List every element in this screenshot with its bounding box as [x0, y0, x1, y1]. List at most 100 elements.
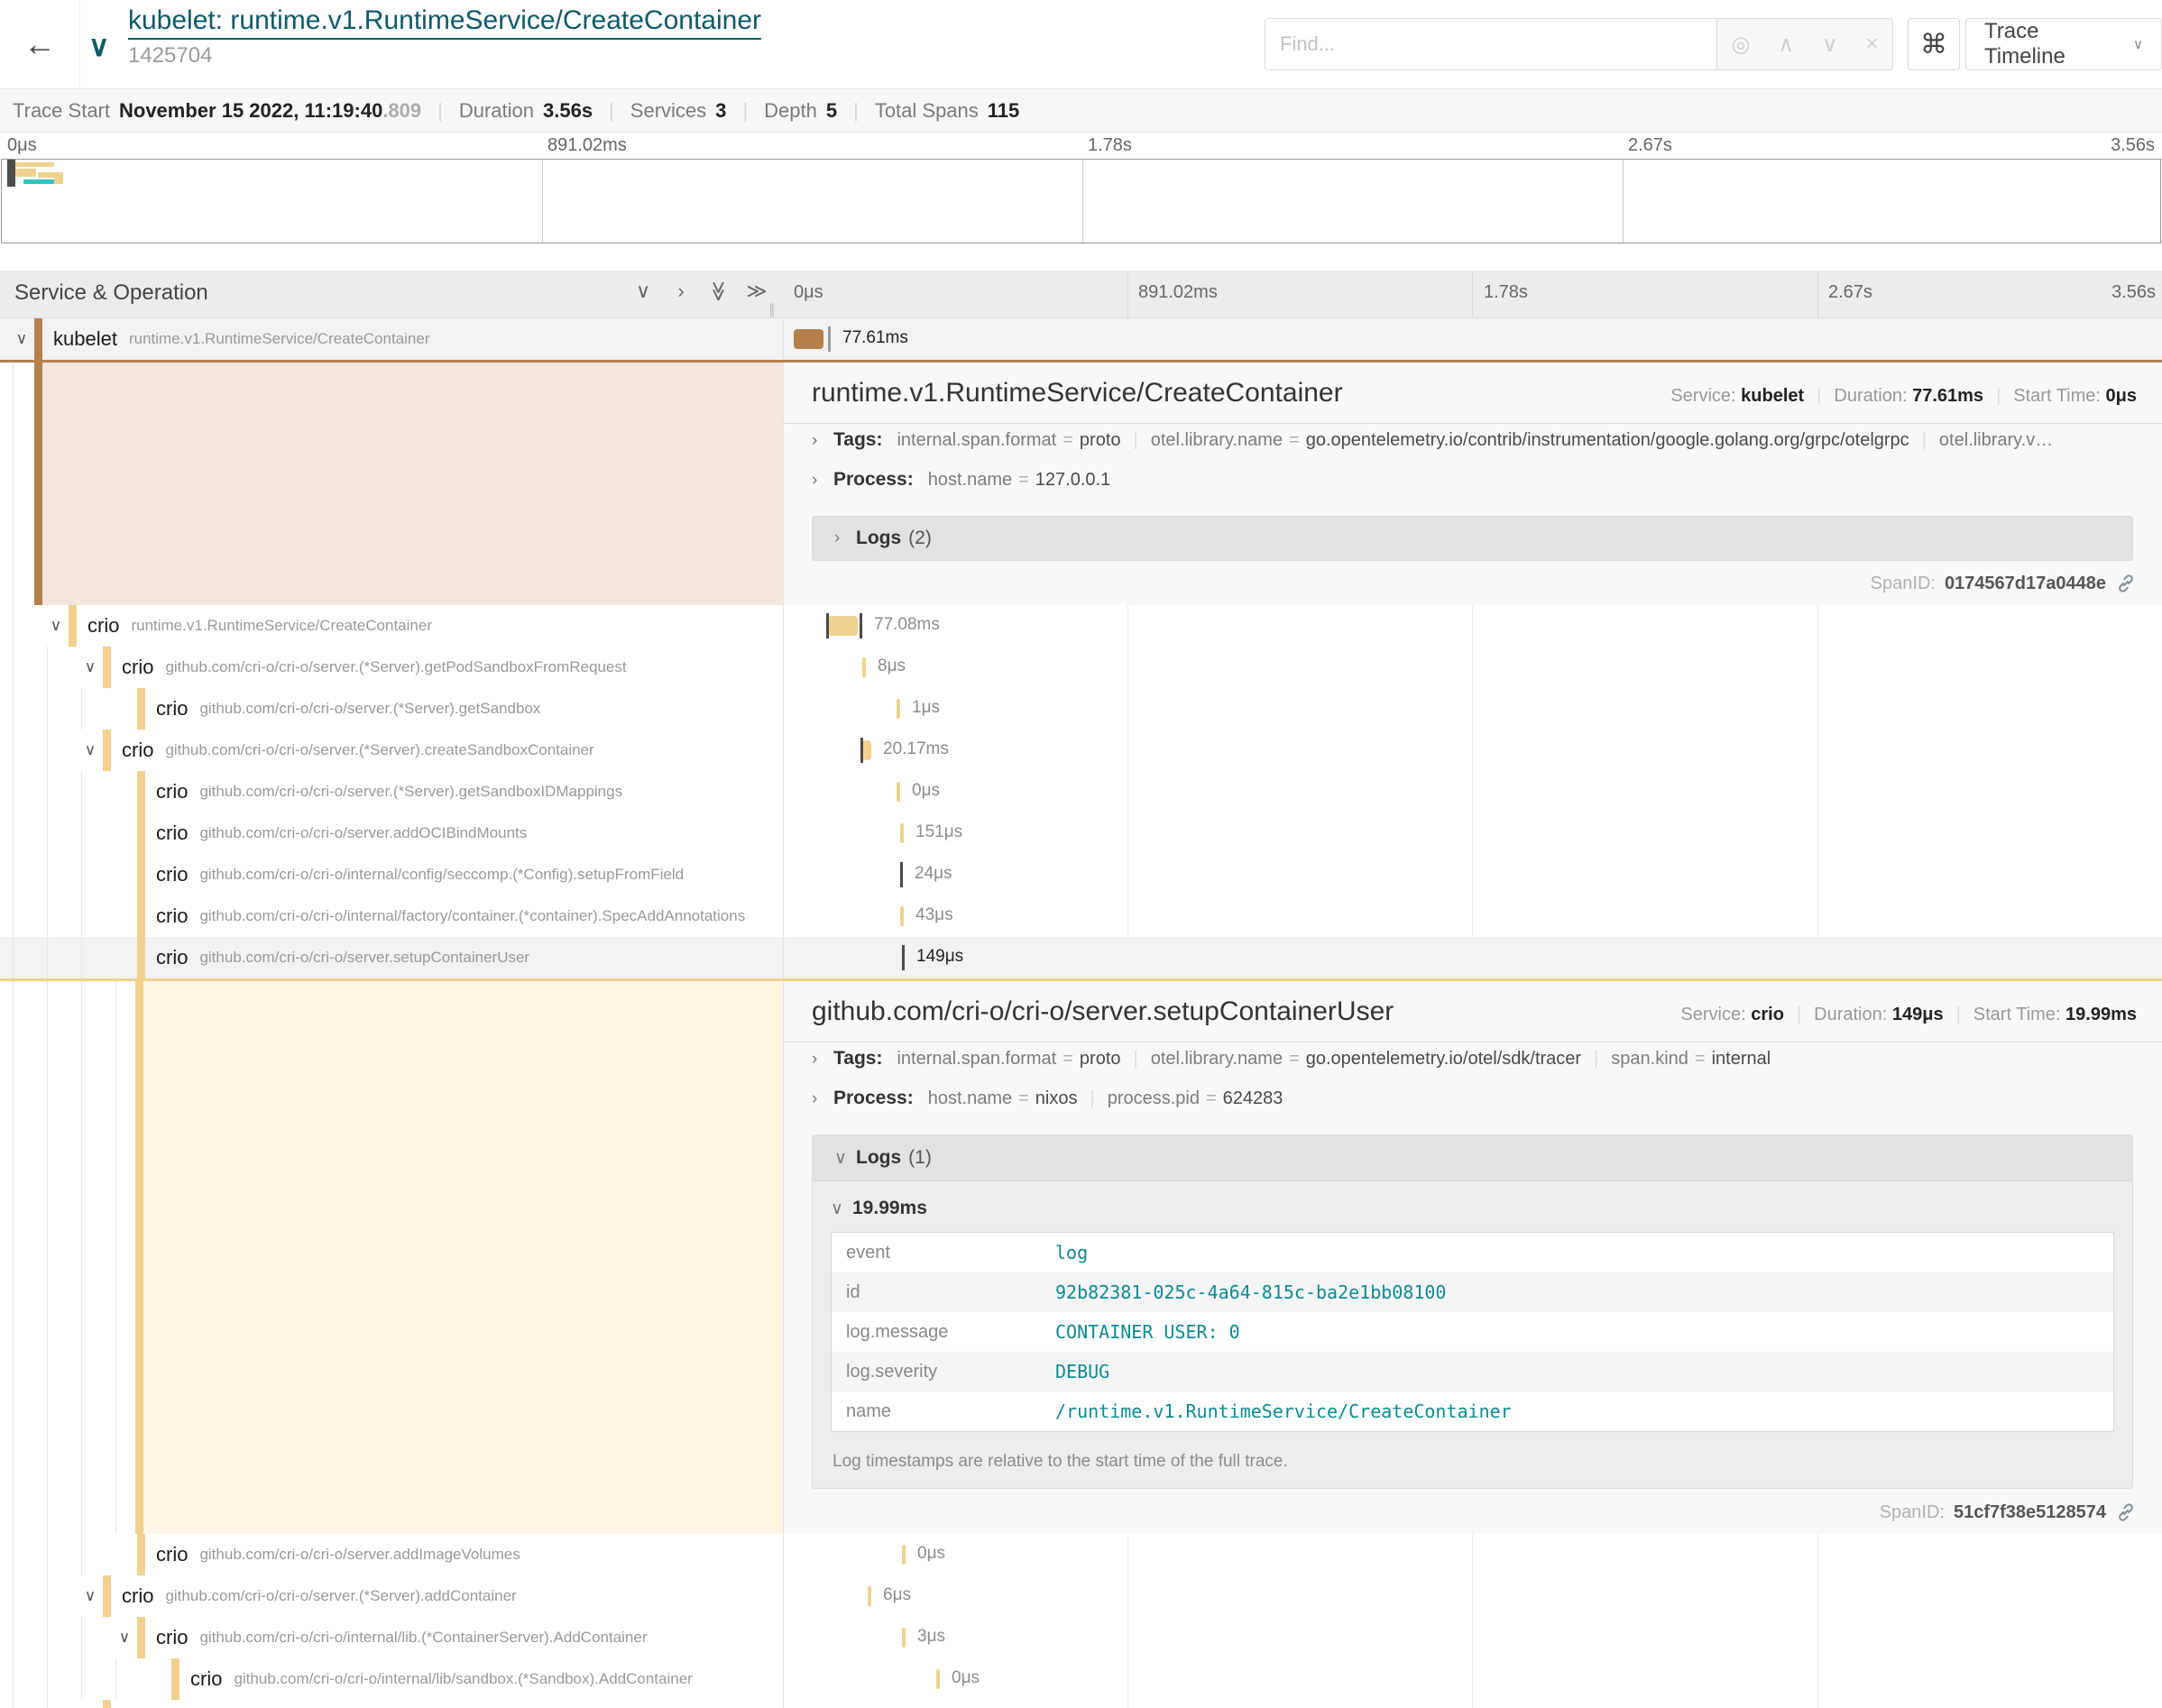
copy-link-icon[interactable] — [2115, 1501, 2137, 1523]
process-toggle[interactable]: › Process: host.name=127.0.0.1 — [812, 469, 2155, 509]
service-color-strip — [135, 978, 143, 1534]
log-field-value: 92b82381-025c-4a64-815c-ba2e1bb08100 — [1041, 1272, 2114, 1312]
operation-name: github.com/cri-o/cri-o/server.(*Server).… — [165, 741, 593, 759]
span-bar[interactable] — [868, 1586, 871, 1606]
scope-match-icon[interactable]: ◎ — [1731, 32, 1750, 58]
minimap-span — [54, 178, 63, 184]
logs-toggle[interactable]: › Logs (2) — [812, 516, 2133, 561]
span-bar[interactable] — [862, 740, 871, 760]
service-color-strip — [137, 1534, 145, 1575]
log-field-row: id92b82381-025c-4a64-815c-ba2e1bb08100 — [832, 1272, 2114, 1312]
span-row[interactable]: ∨kubeletruntime.v1.RuntimeService/Create… — [0, 318, 2162, 360]
span-id: SpanID:0174567d17a0448e — [1871, 573, 2137, 594]
prev-match-icon[interactable]: ∧ — [1778, 32, 1794, 58]
span-duration-label: 0μs — [952, 1668, 980, 1688]
expand-chevron-icon[interactable]: ∨ — [9, 330, 34, 348]
logs-toggle[interactable]: ∨ Logs (1) — [813, 1135, 2132, 1181]
timeline-minimap[interactable] — [1, 159, 2161, 243]
log-entry-toggle[interactable]: ∨ 19.99ms — [831, 1198, 2114, 1219]
span-row[interactable]: ∨criogithub.com/cri-o/cri-o/server.(*Ser… — [0, 1575, 2162, 1617]
column-divider[interactable] — [783, 318, 784, 1708]
service-color-strip — [103, 730, 111, 771]
operation-name: github.com/cri-o/cri-o/server.(*Server).… — [165, 658, 626, 676]
span-duration-label: 77.61ms — [842, 328, 908, 348]
span-bar[interactable] — [902, 1628, 906, 1648]
span-row[interactable]: criogithub.com/cri-o/cri-o/internal/fact… — [0, 895, 2162, 937]
minimap-tick-labels: 0μs891.02ms1.78s2.67s3.56s — [0, 132, 2162, 159]
span-detail-panel: runtime.v1.RuntimeService/CreateContaine… — [783, 360, 2162, 605]
tags-toggle[interactable]: › Tags: internal.span.format=proto|otel.… — [812, 429, 2155, 469]
timeline-tick-label: 1.78s — [1484, 282, 1528, 303]
minimap-span — [13, 169, 36, 177]
expand-chevron-icon[interactable]: ∨ — [112, 1629, 137, 1647]
span-row[interactable]: criogithub.com/cri-o/cri-o/server.addIma… — [0, 1534, 2162, 1575]
chevron-down-icon: ∨ — [831, 1198, 852, 1219]
tag-item: otel.library.v… — [1939, 430, 2053, 450]
span-row[interactable]: ∨criogithub.com/cri-o/cri-o/server.(*Ser… — [0, 730, 2162, 771]
service-color-strip — [137, 895, 145, 937]
jaeger-trace-page: ← ∨ kubelet: runtime.v1.RuntimeService/C… — [0, 0, 2162, 1708]
expand-all-icon[interactable]: ≫ — [745, 280, 768, 303]
trace-title-link[interactable]: kubelet: runtime.v1.RuntimeService/Creat… — [128, 5, 761, 40]
span-bar[interactable] — [794, 329, 823, 349]
expand-one-icon[interactable]: › — [669, 280, 693, 303]
span-row[interactable]: ∨crioruntime.v1.RuntimeService/CreateCon… — [0, 605, 2162, 647]
tag-item: internal.span.format=proto — [897, 1049, 1120, 1069]
summary-item: Depth5 — [764, 99, 837, 123]
span-bar[interactable] — [828, 616, 858, 636]
span-bar[interactable] — [897, 699, 900, 719]
log-field-value: log — [1041, 1233, 2114, 1273]
chevron-right-icon: › — [812, 1050, 833, 1070]
back-arrow-icon[interactable]: ← — [0, 0, 80, 88]
operation-name: github.com/cri-o/cri-o/server.addOCIBind… — [199, 824, 527, 842]
minimap-scrubber[interactable] — [7, 160, 15, 187]
span-bar[interactable] — [936, 1669, 940, 1689]
span-row[interactable]: criogithub.com/cri-o/cri-o/server.(*Serv… — [0, 688, 2162, 730]
log-marker-tick — [828, 326, 831, 352]
span-row[interactable]: criogithub.com/cri-o/cri-o/internal/lib/… — [0, 1658, 2162, 1700]
service-color-strip — [171, 1658, 179, 1700]
span-bar[interactable] — [900, 823, 904, 843]
trace-collapse-chevron-icon[interactable]: ∨ — [88, 29, 109, 63]
process-toggle[interactable]: › Process: host.name=nixos|process.pid=6… — [812, 1088, 2155, 1127]
collapse-controls: ∨ › ≫ ≫ — [631, 280, 768, 303]
expand-chevron-icon[interactable]: ∨ — [78, 741, 103, 759]
keyboard-shortcuts-button[interactable]: ⌘ — [1908, 18, 1960, 70]
collapse-all-icon[interactable]: ≫ — [707, 280, 731, 303]
span-bar[interactable] — [902, 1545, 906, 1565]
service-color-strip — [103, 1700, 111, 1708]
span-row[interactable]: ∨criogithub.com/cri-o/cri-o/server.(*Ser… — [0, 647, 2162, 688]
timeline-tick-label: 891.02ms — [1138, 282, 1218, 303]
service-name: crio — [156, 946, 188, 969]
log-field-row: eventlog — [832, 1233, 2114, 1273]
span-row[interactable]: criogithub.com/cri-o/cri-o/server.(*Serv… — [0, 1700, 2162, 1708]
span-duration-label: 3μs — [917, 1627, 945, 1647]
view-dropdown-button[interactable]: Trace Timeline ∨ — [1965, 18, 2162, 70]
clear-search-icon[interactable]: × — [1866, 32, 1879, 57]
expand-chevron-icon[interactable]: ∨ — [78, 658, 103, 676]
tags-toggle[interactable]: › Tags: internal.span.format=proto|otel.… — [812, 1048, 2155, 1088]
collapse-one-icon[interactable]: ∨ — [631, 280, 655, 303]
tag-item: span.kind=internal — [1611, 1049, 1771, 1069]
next-match-icon[interactable]: ∨ — [1822, 32, 1838, 58]
expand-chevron-icon[interactable]: ∨ — [78, 1587, 103, 1605]
span-bar[interactable] — [862, 657, 866, 677]
span-bar[interactable] — [897, 782, 900, 802]
operation-name: github.com/cri-o/cri-o/server.(*Server).… — [199, 700, 540, 718]
span-row[interactable]: criogithub.com/cri-o/cri-o/internal/conf… — [0, 854, 2162, 895]
span-duration-label: 20.17ms — [883, 739, 949, 759]
operation-name: github.com/cri-o/cri-o/internal/factory/… — [199, 907, 745, 925]
span-row[interactable]: criogithub.com/cri-o/cri-o/server.setupC… — [0, 937, 2162, 978]
copy-link-icon[interactable] — [2115, 573, 2137, 594]
expand-chevron-icon[interactable]: ∨ — [43, 617, 69, 635]
span-bar[interactable] — [900, 906, 904, 926]
span-row[interactable]: criogithub.com/cri-o/cri-o/server.(*Serv… — [0, 771, 2162, 813]
find-input[interactable] — [1265, 18, 1717, 70]
summary-item: Services3 — [630, 99, 727, 123]
column-resize-grip[interactable]: ∥ — [768, 301, 777, 317]
minimap-tick-label: 891.02ms — [547, 135, 627, 156]
trace-timeline-body: ∨kubeletruntime.v1.RuntimeService/Create… — [0, 318, 2162, 1708]
span-row[interactable]: criogithub.com/cri-o/cri-o/server.addOCI… — [0, 813, 2162, 854]
separator: | — [742, 99, 748, 123]
span-row[interactable]: ∨criogithub.com/cri-o/cri-o/internal/lib… — [0, 1617, 2162, 1658]
